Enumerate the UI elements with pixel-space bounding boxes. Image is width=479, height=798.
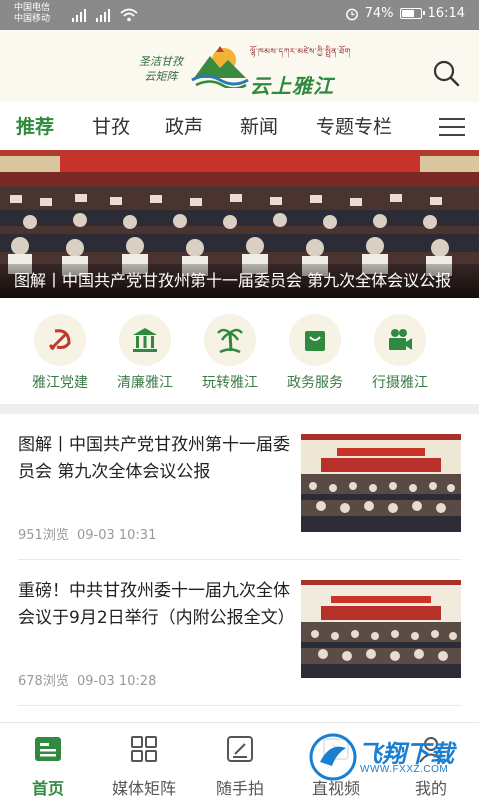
tab-topics[interactable]: 专题专栏 bbox=[316, 112, 392, 139]
article-title[interactable]: 重磅！中共甘孜州委十一届九次全体会议于9月2日举行（内附公报全文） bbox=[18, 578, 295, 632]
list-item[interactable]: 图解丨中国共产党甘孜州第十一届委员会 第九次全体会议公报 951浏览 09-03… bbox=[0, 432, 479, 570]
mountain-sun-logo bbox=[191, 46, 249, 88]
quick-item-label: 政务服务 bbox=[287, 375, 343, 391]
quick-item-video[interactable]: 行摄雅江 bbox=[360, 314, 440, 392]
slogan-line-2: 云矩阵 bbox=[144, 70, 178, 83]
status-bar: 中国电信 中国移动 74% 16:14 bbox=[0, 0, 479, 30]
quick-item-tourism[interactable]: 玩转雅江 bbox=[190, 314, 270, 392]
quick-item-label: 行摄雅江 bbox=[372, 375, 428, 391]
clock: 16:14 bbox=[427, 6, 465, 21]
article-date: 09-03 10:28 bbox=[76, 674, 157, 689]
bottom-tab-snapshot[interactable]: 随手拍 bbox=[192, 735, 288, 798]
camera-edit-icon bbox=[227, 736, 253, 762]
bottom-tab-home[interactable]: 首页 bbox=[0, 735, 96, 798]
article-title[interactable]: 图解丨中国共产党甘孜州第十一届委员会 第九次全体会议公报 bbox=[18, 432, 290, 486]
article-views: 678浏览 bbox=[18, 674, 69, 689]
brand: ལྷོ་ཁམས་དཀར་མཛེས་ཀྱི་སྤྲིན་ཐོག 云上雅江 bbox=[250, 42, 351, 99]
hamburger-icon[interactable] bbox=[439, 118, 465, 136]
list-separator bbox=[18, 705, 461, 706]
quick-item-clean-govt[interactable]: 清廉雅江 bbox=[105, 314, 185, 392]
brand-name: 云上雅江 bbox=[250, 74, 334, 98]
bottom-tab-label: 媒体矩阵 bbox=[111, 779, 176, 798]
carrier-1: 中国电信 bbox=[14, 3, 51, 13]
article-views: 951浏览 bbox=[18, 528, 69, 543]
article-date: 09-03 10:31 bbox=[76, 528, 157, 543]
article-meta: 951浏览 09-03 10:31 bbox=[18, 524, 156, 543]
party-emblem-icon bbox=[34, 314, 86, 366]
carrier-2: 中国移动 bbox=[14, 14, 51, 24]
bottom-tab-label: 首页 bbox=[31, 779, 64, 798]
grid-icon bbox=[131, 736, 157, 762]
slogan-line-1: 圣洁甘孜 bbox=[139, 55, 183, 68]
quick-item-gov-service[interactable]: 政务服务 bbox=[275, 314, 355, 392]
banner-carousel[interactable]: 图解丨中国共产党甘孜州第十一届委员会 第九次全体会议公报 bbox=[0, 150, 479, 298]
battery-percent: 74% bbox=[364, 6, 394, 21]
article-thumbnail[interactable] bbox=[301, 580, 461, 678]
status-right: 74% 16:14 bbox=[345, 6, 465, 21]
list-item[interactable]: 重磅！中共甘孜州委十一届九次全体会议于9月2日举行（内附公报全文） 678浏览 … bbox=[0, 578, 479, 716]
quick-menu: 雅江党建 清廉雅江 玩转雅江 政务服务 行摄雅江 bbox=[0, 308, 479, 398]
bottom-tab-label: 随手拍 bbox=[215, 779, 264, 798]
watermark-url: WWW.FXXZ.COM bbox=[360, 764, 449, 775]
quick-item-label: 雅江党建 bbox=[32, 375, 88, 391]
shopping-bag-icon bbox=[289, 314, 341, 366]
quick-item-party-building[interactable]: 雅江党建 bbox=[20, 314, 100, 392]
building-icon bbox=[119, 314, 171, 366]
tab-ganzi[interactable]: 甘孜 bbox=[92, 112, 130, 139]
article-meta: 678浏览 09-03 10:28 bbox=[18, 670, 156, 689]
app-header: 圣洁甘孜 云矩阵 ལྷོ་ཁམས་དཀར་མཛེས་ཀྱི་སྤྲིན་ཐོག … bbox=[0, 30, 479, 102]
signal-icon bbox=[72, 8, 90, 22]
watermark-logo-icon bbox=[309, 733, 357, 781]
signal-icon-2 bbox=[96, 8, 114, 22]
banner-caption[interactable]: 图解丨中国共产党甘孜州第十一届委员会 第九次全体会议公报 bbox=[0, 264, 479, 298]
quick-item-label: 玩转雅江 bbox=[202, 375, 258, 391]
video-camera-icon bbox=[374, 314, 426, 366]
search-icon[interactable] bbox=[431, 58, 461, 88]
alarm-icon bbox=[345, 8, 358, 20]
wifi-icon bbox=[120, 8, 138, 22]
article-thumbnail[interactable] bbox=[301, 434, 461, 532]
brand-tibetan: ལྷོ་ཁམས་དཀར་མཛེས་ཀྱི་སྤྲིན་ཐོག bbox=[250, 47, 351, 56]
carrier-info: 中国电信 中国移动 bbox=[14, 3, 50, 25]
tab-news[interactable]: 新闻 bbox=[240, 112, 278, 139]
section-divider bbox=[0, 404, 479, 414]
home-news-icon bbox=[35, 737, 61, 761]
palm-tree-icon bbox=[204, 314, 256, 366]
tab-recommend[interactable]: 推荐 bbox=[16, 112, 54, 139]
list-separator bbox=[18, 559, 461, 560]
tab-politics[interactable]: 政声 bbox=[165, 112, 203, 139]
battery-icon bbox=[399, 8, 425, 19]
quick-item-label: 清廉雅江 bbox=[117, 375, 173, 391]
watermark: 飞翔下载 WWW.FXXZ.COM bbox=[308, 728, 468, 786]
slogan: 圣洁甘孜 云矩阵 bbox=[130, 54, 192, 84]
category-tabs: 推荐 甘孜 政声 新闻 专题专栏 bbox=[0, 102, 479, 148]
bottom-tab-media[interactable]: 媒体矩阵 bbox=[96, 735, 192, 798]
